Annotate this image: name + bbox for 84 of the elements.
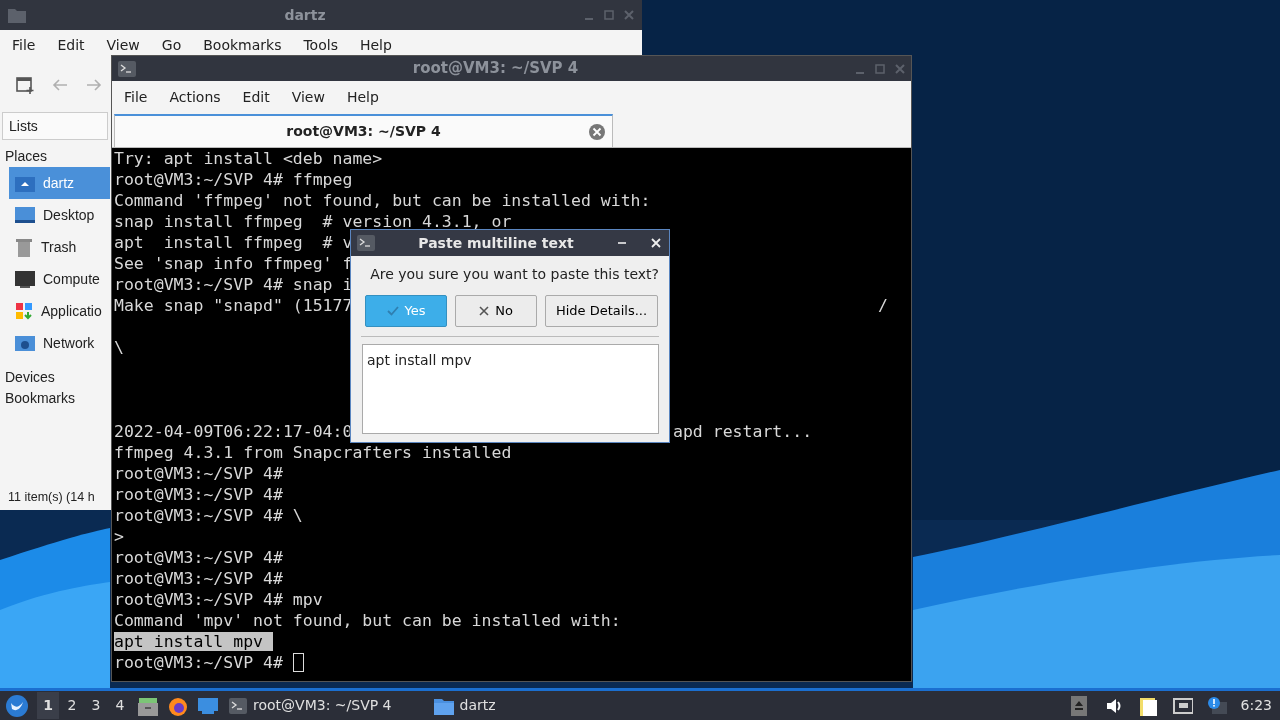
menu-item[interactable]: Edit — [46, 34, 96, 56]
terminal-line: Try: apt install <deb name> — [114, 149, 383, 168]
sidebar-item[interactable]: Compute — [9, 263, 110, 295]
clipboard-icon[interactable] — [1138, 695, 1159, 716]
close-icon — [895, 63, 905, 74]
workspace-button[interactable]: 4 — [109, 692, 131, 719]
workspace-button[interactable]: 1 — [37, 692, 59, 719]
taskbar-button[interactable]: root@VM3: ~/SVP 4 — [223, 692, 398, 719]
notification-icon[interactable] — [1206, 695, 1227, 716]
desktop-icon — [14, 206, 36, 224]
minimize-icon — [584, 18, 594, 20]
minimize-icon[interactable] — [617, 242, 627, 244]
menu-item[interactable]: Go — [150, 34, 193, 56]
terminal-line: root@VM3:~/SVP 4# mpv — [114, 590, 323, 609]
status-text: 11 item(s) (14 h — [7, 489, 96, 507]
new-tab-icon[interactable] — [16, 76, 34, 94]
close-icon[interactable] — [651, 238, 661, 248]
menu-item[interactable]: Tools — [292, 34, 349, 56]
terminal-line: / — [878, 295, 888, 316]
terminal-line: root@VM3:~/SVP 4# — [114, 485, 283, 504]
close-icon[interactable] — [588, 123, 606, 141]
apps-icon — [14, 301, 34, 321]
menu-item[interactable]: View — [95, 34, 151, 56]
home-icon — [14, 174, 36, 192]
workspace-button[interactable]: 3 — [85, 692, 107, 719]
terminal-line: Make snap "snapd" (15177 — [114, 296, 353, 315]
maximize-icon — [875, 63, 885, 74]
terminal-line: 2022-04-09T06:22:17-04:0 — [114, 422, 353, 441]
close-icon — [624, 10, 634, 20]
menu-item[interactable]: Bookmarks — [192, 34, 293, 56]
terminal-tab[interactable]: root@VM3: ~/SVP 4 — [114, 114, 613, 147]
terminal-line: root@VM3:~/SVP 4# — [114, 464, 283, 483]
window-title: dartz — [283, 5, 327, 25]
terminal-line: snap install ffmpeg # version 4.3.1, or — [114, 212, 512, 231]
text-area[interactable]: apt install mpv — [362, 344, 659, 434]
monitor-icon — [14, 270, 36, 288]
terminal-line: Command 'mpv' not found, but can be installed with: — [114, 611, 621, 630]
start-menu-icon[interactable] — [5, 693, 29, 718]
folder-icon — [8, 7, 26, 23]
minimize-icon — [855, 71, 865, 74]
selected-text: apt install mpv — [114, 632, 273, 651]
section-heading: Places — [4, 147, 49, 166]
no-button[interactable]: No — [455, 295, 537, 327]
dialog-title: Paste multiline text — [417, 233, 575, 253]
section-heading: Devices — [4, 368, 56, 387]
menu-item[interactable]: File — [1, 34, 47, 56]
menu-item[interactable]: Help — [335, 87, 390, 108]
menu-item[interactable]: Actions — [158, 87, 232, 108]
menu-item[interactable]: View — [280, 87, 336, 108]
trash-icon — [14, 237, 34, 257]
sidebar-item[interactable]: Applicatio — [9, 295, 110, 327]
workspace-button[interactable]: 2 — [61, 692, 83, 719]
network-icon[interactable] — [1172, 695, 1193, 716]
terminal-line: \ — [114, 338, 124, 357]
terminal-line: root@VM3:~/SVP 4# ffmpeg — [114, 170, 353, 189]
terminal-icon — [118, 60, 136, 77]
terminal-line: Command 'ffmpeg' not found, but can be installed with: — [114, 191, 651, 210]
section-heading: Bookmarks — [4, 389, 77, 408]
terminal-line: root@VM3:~/SVP 4# — [114, 653, 283, 672]
check-icon — [386, 306, 399, 316]
network-folder-icon — [14, 334, 36, 352]
sidebar-item[interactable]: Trash — [9, 231, 110, 263]
sidebar-item[interactable]: Network — [9, 327, 110, 359]
clock[interactable]: 6:23 — [1240, 695, 1272, 716]
close-icon — [479, 306, 490, 316]
details-button[interactable]: Hide Details... — [545, 295, 658, 327]
menu-item[interactable]: Edit — [231, 87, 281, 108]
maximize-icon — [604, 10, 614, 20]
menu-item[interactable]: Help — [348, 34, 403, 56]
terminal-line: > — [114, 527, 124, 546]
terminal-icon — [229, 697, 247, 714]
terminal-line: root@VM3:~/SVP 4# — [114, 569, 283, 588]
menu-item[interactable]: File — [113, 87, 159, 108]
terminal-icon — [357, 235, 375, 251]
folder-icon — [433, 696, 454, 715]
dialog-message: Are you sure you want to paste this text? — [369, 265, 660, 284]
terminal-line: root@VM3:~/SVP 4# \ — [114, 506, 303, 525]
sidebar-item[interactable]: Desktop — [9, 199, 110, 231]
terminal-line: root@VM3:~/SVP 4# — [114, 548, 283, 567]
window-title: root@VM3: ~/SVP 4 — [411, 58, 580, 80]
sidebar-tab[interactable]: Lists — [2, 112, 108, 140]
taskbar-button[interactable]: dartz — [427, 692, 502, 719]
terminal-line: ffmpeg 4.3.1 from Snapcrafters installed — [114, 443, 512, 462]
terminal-line: apd restart... — [673, 421, 813, 442]
